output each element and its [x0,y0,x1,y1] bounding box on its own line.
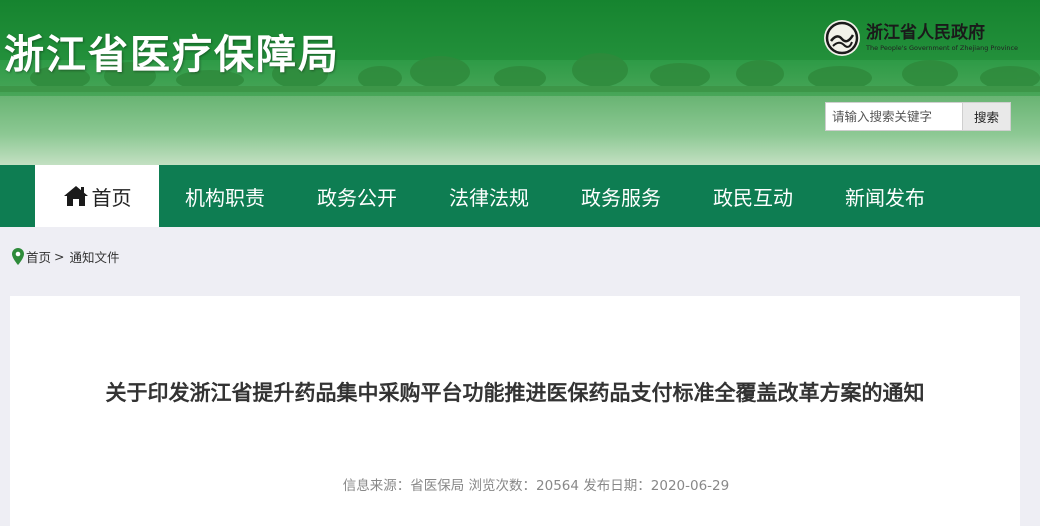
site-banner: 浙江省医疗保障局 浙江省人民政府 The People's Government… [0,0,1040,165]
gov-logo[interactable]: 浙江省人民政府 The People's Government of Zheji… [824,20,1018,56]
nav-item-label: 机构职责 [185,185,265,210]
nav-item-label: 政务公开 [317,185,397,210]
search-button[interactable]: 搜索 [963,102,1011,131]
nav-item-label: 首页 [91,185,132,210]
nav-item-home[interactable]: 首页 [35,165,159,227]
site-title: 浙江省医疗保障局 [4,32,340,78]
breadcrumb: 首页 > 通知文件 [12,246,120,266]
nav-item-public-affairs[interactable]: 政务公开 [291,165,423,227]
nav-item-laws[interactable]: 法律法规 [423,165,555,227]
gov-logo-en: The People's Government of Zhejiang Prov… [866,44,1019,52]
nav-item-institution[interactable]: 机构职责 [159,165,291,227]
article-meta: 信息来源：省医保局 浏览次数：20564 发布日期：2020-06-29 [342,478,730,494]
location-pin-icon [12,247,24,265]
nav-item-news[interactable]: 新闻发布 [819,165,951,227]
article-title: 关于印发浙江省提升药品集中采购平台功能推进医保药品支付标准全覆盖改革方案的通知 [105,381,925,405]
search-box: 搜索 [825,102,1011,131]
nav-item-label: 新闻发布 [845,185,925,210]
nav-item-label: 政民互动 [713,185,793,210]
breadcrumb-home-link[interactable]: 首页 [26,247,51,266]
main-nav: 首页 机构职责 政务公开 法律法规 政务服务 政民互动 新闻发布 [0,165,1040,227]
breadcrumb-current[interactable]: 通知文件 [70,247,120,266]
nav-item-label: 法律法规 [449,185,529,210]
article-panel: 关于印发浙江省提升药品集中采购平台功能推进医保药品支付标准全覆盖改革方案的通知 … [10,296,1020,526]
search-input[interactable] [825,102,963,131]
nav-item-label: 政务服务 [581,185,661,210]
nav-item-services[interactable]: 政务服务 [555,165,687,227]
home-icon [63,185,89,207]
gov-logo-cn: 浙江省人民政府 [866,23,985,43]
gov-emblem-icon [824,20,860,56]
nav-item-interaction[interactable]: 政民互动 [687,165,819,227]
breadcrumb-separator: > [54,248,65,264]
